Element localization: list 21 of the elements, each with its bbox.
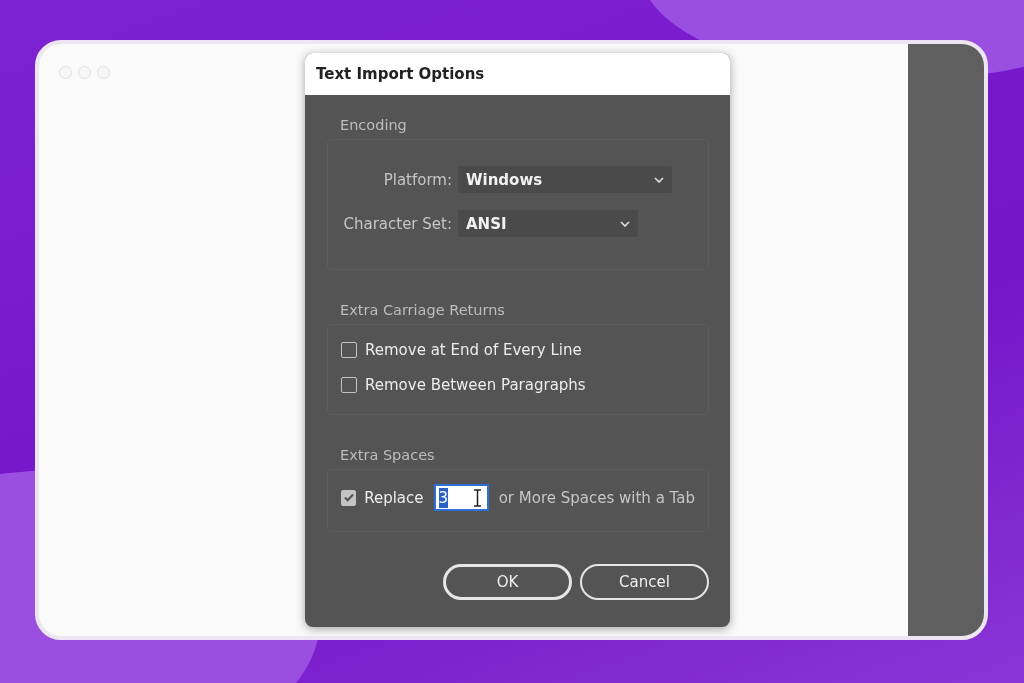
ok-button[interactable]: OK [443, 564, 572, 600]
group-title: Encoding [340, 117, 408, 133]
checkbox-label: Remove Between Paragraphs [365, 376, 586, 394]
field-label: Character Set: [342, 214, 452, 233]
cancel-button[interactable]: Cancel [580, 564, 709, 600]
checkbox[interactable] [341, 342, 357, 358]
chevron-down-icon [654, 176, 664, 183]
chevron-down-icon [620, 220, 630, 227]
text-cursor-icon [472, 489, 482, 507]
dropdown[interactable]: ANSI [458, 210, 638, 237]
dropdown[interactable]: Windows [458, 166, 672, 193]
group-title: Extra Carriage Returns [340, 302, 506, 318]
field-label: Platform: [382, 170, 452, 189]
checkbox-label: Replace [364, 488, 424, 507]
input-field[interactable]: 3 [433, 484, 489, 511]
dialog-title: Text Import Options [305, 53, 730, 95]
checkbox[interactable] [341, 489, 357, 506]
checkbox[interactable] [341, 377, 357, 393]
field-suffix: or More Spaces with a Tab [498, 488, 695, 507]
checkbox-label: Remove at End of Every Line [365, 341, 582, 359]
group-title: Extra Spaces [340, 447, 436, 463]
